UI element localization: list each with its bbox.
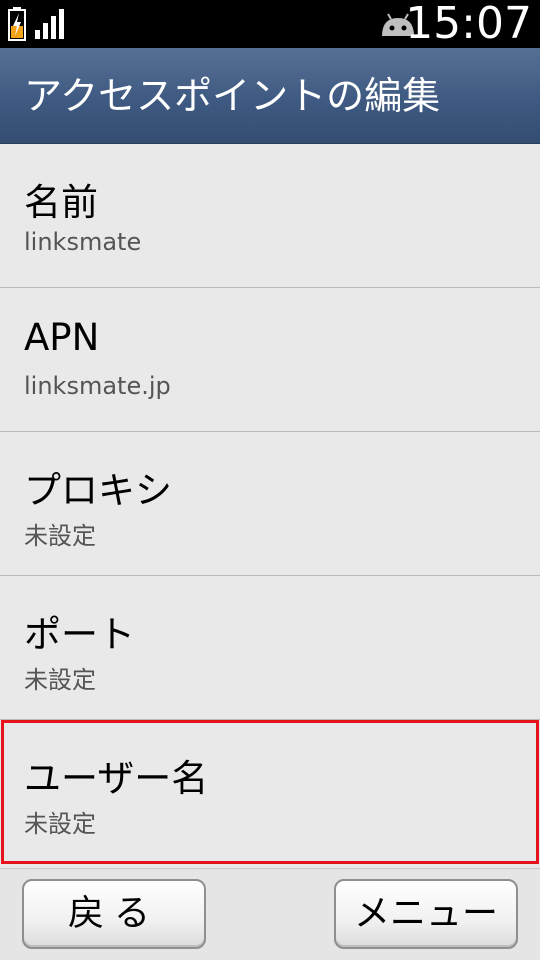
setting-label: APN bbox=[24, 316, 100, 359]
setting-value: 未設定 bbox=[24, 666, 96, 694]
setting-label: 名前 bbox=[24, 181, 98, 224]
clock: 15:07 bbox=[405, 0, 532, 49]
setting-name[interactable]: 名前 linksmate bbox=[0, 144, 540, 288]
setting-value: linksmate.jp bbox=[24, 372, 171, 400]
setting-value: 未設定 bbox=[24, 810, 96, 838]
bottom-bar: 戻る メニュー bbox=[0, 868, 540, 960]
title-bar: アクセスポイントの編集 bbox=[0, 48, 540, 144]
screen: 15:07 アクセスポイントの編集 名前 linksmate APN links… bbox=[0, 0, 540, 960]
setting-label: プロキシ bbox=[24, 469, 172, 512]
page-title: アクセスポイントの編集 bbox=[24, 74, 441, 118]
back-button[interactable]: 戻る bbox=[22, 879, 206, 949]
setting-value: linksmate bbox=[24, 228, 142, 256]
battery-charging-icon bbox=[8, 7, 26, 41]
setting-port[interactable]: ポート 未設定 bbox=[0, 576, 540, 720]
setting-apn[interactable]: APN linksmate.jp bbox=[0, 288, 540, 432]
settings-list: 名前 linksmate APN linksmate.jp プロキシ 未設定 ポ… bbox=[0, 144, 540, 864]
status-bar: 15:07 bbox=[0, 0, 540, 48]
setting-label: ユーザー名 bbox=[24, 757, 209, 800]
setting-username[interactable]: ユーザー名 未設定 bbox=[0, 720, 540, 864]
setting-value: 未設定 bbox=[24, 522, 96, 550]
setting-label: ポート bbox=[24, 613, 135, 656]
menu-button[interactable]: メニュー bbox=[334, 879, 518, 949]
signal-icon bbox=[35, 9, 64, 39]
setting-proxy[interactable]: プロキシ 未設定 bbox=[0, 432, 540, 576]
